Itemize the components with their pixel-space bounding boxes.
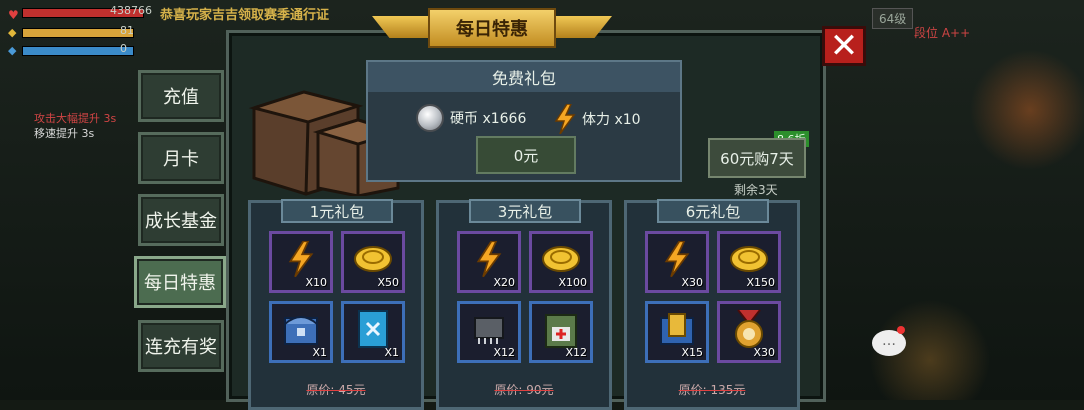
item-count: X1	[384, 346, 399, 359]
tab-label: 月卡	[163, 149, 199, 170]
armor-value: 81	[120, 24, 134, 37]
pack-card: 3元礼包 X20 X100 X12 X12 原价: 90元	[436, 199, 612, 410]
buy-weekly-button[interactable]: 60元购7天	[708, 138, 806, 178]
energy-icon: ◆	[8, 44, 17, 57]
silver-coin-icon	[416, 104, 444, 132]
energy-bolt-icon	[664, 241, 690, 278]
free-item-coins: 硬币 x1666	[416, 104, 526, 132]
item-count: X1	[312, 346, 327, 359]
original-price: 原价: 90元	[494, 383, 554, 397]
tab-recharge[interactable]: 充值	[138, 70, 224, 122]
item-count: X15	[681, 346, 703, 359]
blue-chest-icon	[284, 316, 318, 346]
item-count: X30	[753, 346, 775, 359]
tab-consecutive-recharge[interactable]: 连充有奖	[138, 320, 224, 372]
item-count: X10	[305, 276, 327, 289]
rank-label: 段位 A++	[914, 26, 971, 40]
tab-monthly-card[interactable]: 月卡	[138, 132, 224, 184]
pack-item[interactable]: X30	[717, 301, 781, 363]
energy-bar	[22, 46, 134, 56]
system-notice: 恭喜玩家吉吉领取赛季通行证	[160, 8, 330, 23]
item-count: X150	[746, 276, 775, 289]
free-item-coins-label: 硬币 x1666	[450, 111, 527, 127]
pack-item[interactable]: X1	[269, 301, 333, 363]
pack-item[interactable]: X1	[341, 301, 405, 363]
pack-item[interactable]: X150	[717, 231, 781, 293]
close-button[interactable]: ✕	[822, 26, 866, 66]
gold-coin-icon	[354, 246, 392, 273]
buff-speed: 移速提升 3s	[34, 127, 95, 140]
pack-item[interactable]: X30	[645, 231, 709, 293]
pack-card: 6元礼包 X30 X150 X15 X30 原价: 135元	[624, 199, 800, 410]
tab-label: 充值	[163, 87, 199, 108]
pack-title: 6元礼包	[657, 199, 769, 223]
pack-item[interactable]: X15	[645, 301, 709, 363]
item-count: X50	[377, 276, 399, 289]
tool-blueprint-icon	[358, 310, 388, 349]
energy-bolt-icon	[288, 241, 314, 278]
pack-title: 1元礼包	[281, 199, 393, 223]
medkit-backpack-icon	[545, 314, 577, 349]
days-remaining: 剩余3天	[734, 183, 778, 197]
item-count: X30	[681, 276, 703, 289]
armor-bar	[22, 28, 134, 38]
item-count: X12	[565, 346, 587, 359]
free-item-energy-label: 体力 x10	[582, 112, 641, 128]
tab-label: 成长基金	[145, 211, 217, 232]
item-count: X100	[558, 276, 587, 289]
pack-item[interactable]: X100	[529, 231, 593, 293]
tab-label: 每日特惠	[144, 273, 216, 294]
pack-item[interactable]: X20	[457, 231, 521, 293]
tab-daily-deals[interactable]: 每日特惠	[134, 256, 226, 308]
health-value: 438766	[110, 4, 152, 17]
pack-item[interactable]: X12	[529, 301, 593, 363]
claim-free-button[interactable]: 0元	[476, 136, 576, 174]
shield-icon: ◆	[8, 26, 17, 39]
pack-item[interactable]: X10	[269, 231, 333, 293]
circuit-chip-icon	[474, 317, 504, 345]
free-item-energy: 体力 x10	[554, 104, 641, 134]
gold-coin-icon	[542, 246, 580, 273]
energy-bolt-icon	[476, 241, 502, 278]
page-title: 每日特惠	[428, 8, 556, 48]
tab-growth-fund[interactable]: 成长基金	[138, 194, 224, 246]
close-icon: ✕	[829, 26, 859, 66]
pack-item[interactable]: X50	[341, 231, 405, 293]
medal-badge-icon	[735, 309, 763, 349]
pack-title: 3元礼包	[469, 199, 581, 223]
pack-item[interactable]: X12	[457, 301, 521, 363]
pack-card: 1元礼包 X10 X50 X1 X1 原价: 45元	[248, 199, 424, 410]
tab-label: 连充有奖	[145, 337, 217, 358]
energy-bolt-icon	[554, 104, 576, 134]
free-pack: 免费礼包 硬币 x1666 体力 x10 0元	[366, 60, 682, 182]
notification-dot	[897, 326, 905, 334]
gold-coin-icon	[730, 246, 768, 273]
gold-blue-chest-icon	[660, 313, 694, 346]
energy-value: 0	[120, 42, 127, 55]
original-price: 原价: 45元	[306, 383, 366, 397]
buff-attack: 攻击大幅提升 3s	[34, 112, 117, 125]
free-pack-title: 免费礼包	[368, 62, 680, 92]
heart-icon: ♥	[8, 8, 19, 22]
item-count: X12	[493, 346, 515, 359]
level-badge: 64级	[872, 8, 914, 29]
title-banner: 每日特惠	[372, 6, 612, 50]
item-count: X20	[493, 276, 515, 289]
original-price: 原价: 135元	[678, 383, 746, 397]
